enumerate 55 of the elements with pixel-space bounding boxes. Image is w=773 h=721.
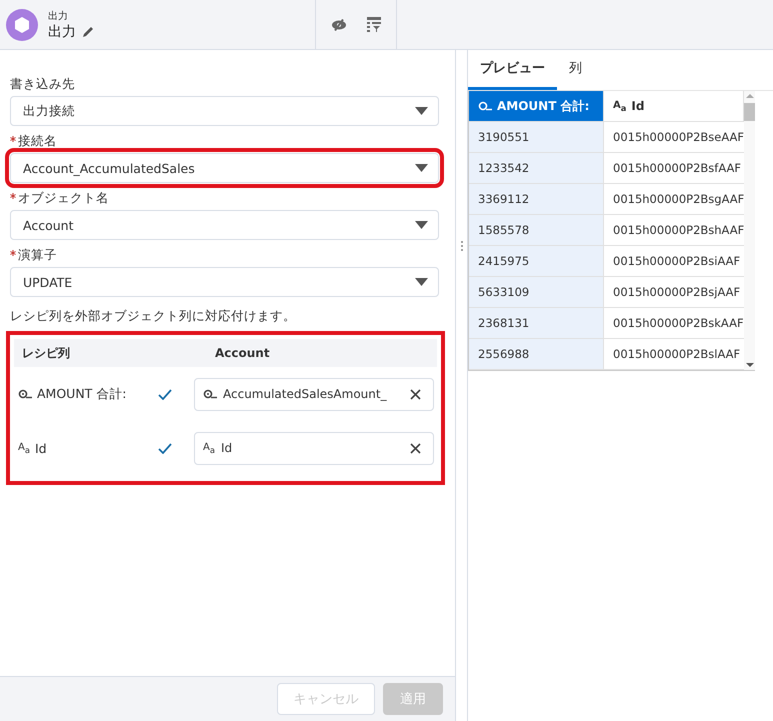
source-column: AMOUNT 合計: xyxy=(37,386,126,402)
dropdown-field[interactable]: Account xyxy=(10,210,439,240)
node-title: 出力 xyxy=(48,22,76,40)
eye-slash-icon[interactable] xyxy=(331,18,347,30)
measure-icon xyxy=(478,101,492,111)
target-field[interactable]: AccumulatedSalesAmount_ xyxy=(194,378,434,410)
node-type-label: 出力 xyxy=(48,10,69,22)
table-cell: 2368131 xyxy=(469,308,604,338)
target-field[interactable]: A$_{a}$ Id xyxy=(194,432,434,464)
table-cell: 2556988 xyxy=(469,339,604,369)
target-value: Id xyxy=(220,441,234,455)
pencil-icon[interactable] xyxy=(82,25,95,38)
table-cell: 3369112 xyxy=(469,184,604,214)
table-cell-text: 0015h00000P2BskAAF xyxy=(612,315,744,332)
tab[interactable]: 列 xyxy=(557,59,594,90)
field-label: オブジェクト名 xyxy=(18,190,109,207)
table-cell-text: 0015h00000P2BslAAF xyxy=(612,346,742,363)
dropdown-caret-icon xyxy=(415,221,428,229)
target-value: AccumulatedSalesAmount_ xyxy=(223,387,388,401)
table-cell-text: 0015h00000P2BseAAF xyxy=(612,129,744,146)
close-icon[interactable] xyxy=(410,388,421,400)
field-label: 接続名 xyxy=(18,133,57,150)
field-label: 書き込み先 xyxy=(10,76,75,93)
measure-icon xyxy=(18,389,32,399)
measure-icon xyxy=(203,389,217,399)
dropdown-caret-icon xyxy=(415,107,428,115)
column-header: Account xyxy=(215,346,270,360)
table-cell-text: 0015h00000P2BsfAAF xyxy=(612,160,742,177)
hexagon-logo-icon xyxy=(6,8,38,40)
dropdown-caret-icon xyxy=(415,278,428,286)
table-cell-text: 0015h00000P2BsgAAF xyxy=(612,191,744,208)
table-cell-text: 0015h00000P2BshAAF xyxy=(612,222,744,239)
table-cell-text: 0015h00000P2BsiAAF xyxy=(612,253,742,270)
scroll-thumb[interactable] xyxy=(744,103,756,121)
column-header: レシピ列 xyxy=(22,344,71,362)
scroll-down-icon[interactable] xyxy=(746,362,754,368)
drag-handle-icon[interactable] xyxy=(460,240,464,252)
dropdown-caret-icon xyxy=(415,164,428,172)
dropdown-field[interactable]: 出力接続 xyxy=(10,96,439,126)
table-cell: 5633109 xyxy=(469,277,604,307)
mapping-hint: レシピ列を外部オブジェクト列に対応付けます。 xyxy=(10,308,297,325)
table-cell: 1585578 xyxy=(469,215,604,245)
source-column: Id xyxy=(34,440,47,456)
close-icon[interactable] xyxy=(410,442,421,454)
field-label: 演算子 xyxy=(18,247,57,264)
text-type-icon: A$_{a}$ xyxy=(18,442,30,454)
text-type-icon: A$_{a}$ xyxy=(203,442,215,454)
table-cell: 2415975 xyxy=(469,246,604,276)
table-cell: 3190551 xyxy=(469,122,604,152)
table-cell-text: 0015h00000P2BsjAAF xyxy=(612,284,742,301)
dropdown-field[interactable]: UPDATE xyxy=(10,267,439,297)
table-filter-icon[interactable] xyxy=(367,16,381,32)
table-cell: 1233542 xyxy=(469,153,604,183)
column-header[interactable]: AMOUNT 合計: xyxy=(469,91,604,121)
scrollbar[interactable] xyxy=(744,91,756,370)
